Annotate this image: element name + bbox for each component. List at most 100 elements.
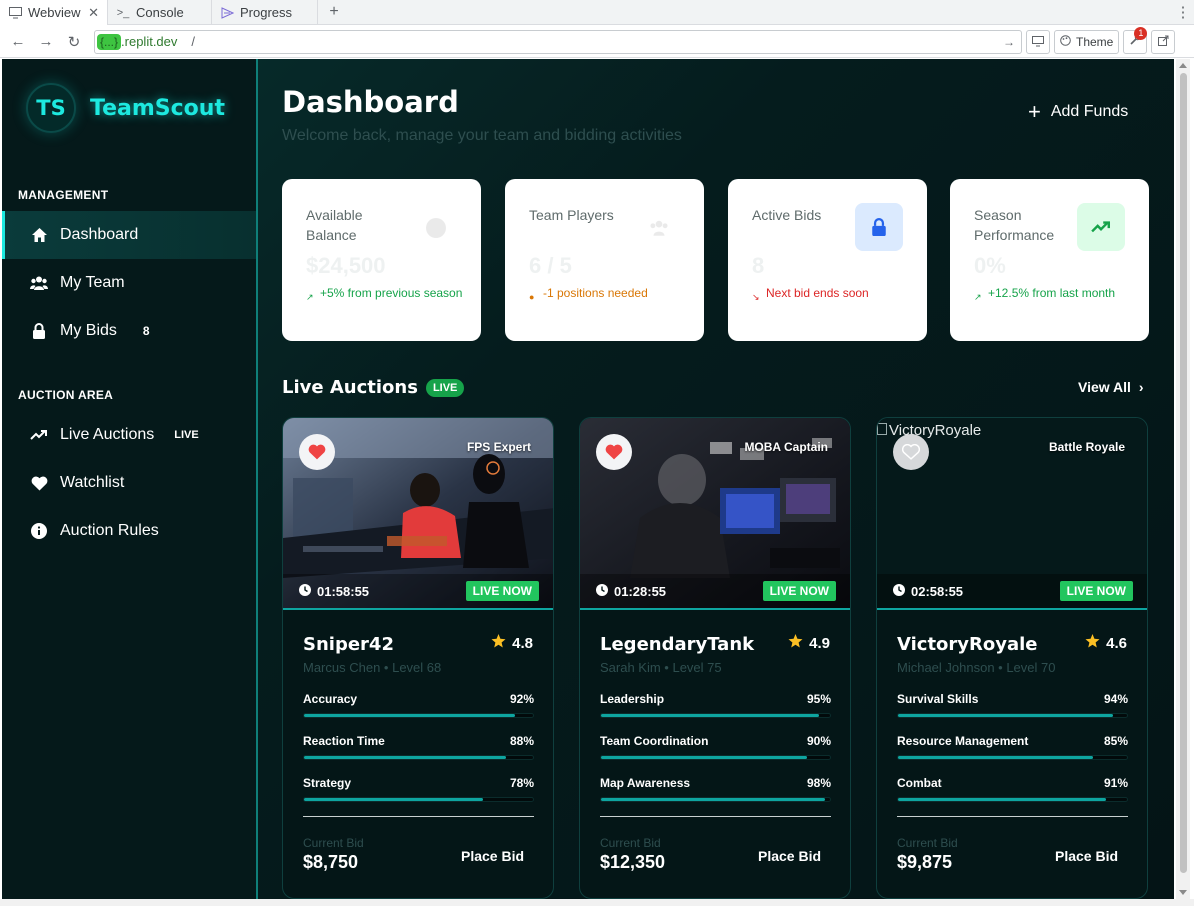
tab-console[interactable]: >_ Console [108,0,212,25]
timer-bar: 01:28:55 LIVE NOW [580,574,850,610]
theme-button[interactable]: Theme [1054,29,1120,54]
player-name: VictoryRoyale [897,634,1038,655]
monitor-icon [8,6,22,20]
sidebar-item-dashboard[interactable]: Dashboard [2,211,256,259]
skill-percent: 88% [509,734,534,748]
stat-note: ↗ +12.5% from last month [974,285,1115,305]
tools-button[interactable]: 1 [1123,26,1148,54]
skill-name: Resource Management [897,734,1029,748]
place-bid-button[interactable]: Place Bid [461,848,524,864]
player-name: Sniper42 [303,634,394,655]
add-funds-label: Add Funds [1050,103,1129,120]
page-scrollbar[interactable] [1176,59,1190,899]
go-arrow-icon[interactable]: → [1003,35,1015,49]
skill-percent: 94% [1103,692,1128,706]
stat-note-text: +12.5% from last month [988,286,1116,300]
url-input[interactable]: {...} .replit.dev / → [94,29,1022,54]
sidebar-item-label: Auction Rules [60,522,159,539]
skill-percent: 95% [806,692,831,706]
sidebar-item-my-bids[interactable]: My Bids 8 [2,307,256,355]
player-name: LegendaryTank [600,634,755,655]
stat-label: Team Players [529,207,614,223]
skill-progress-bar [600,713,831,718]
favorite-button[interactable] [299,434,335,470]
skill-row: Reaction Time 88% [303,734,534,760]
live-now-badge: LIVE NOW [1059,581,1133,601]
skill-progress-bar [600,755,831,760]
trend-down-small-icon: ↘ [752,292,760,302]
sidebar: TS TeamScout MANAGEMENT Dashboard My Tea… [2,59,258,899]
section-label-auction: AUCTION AREA [18,388,114,402]
skill-name: Strategy [303,776,352,790]
window-bottom-edge [0,899,1194,906]
logo[interactable]: TS TeamScout [26,83,225,133]
sidebar-item-live-auctions[interactable]: Live Auctions LIVE [2,411,256,459]
url-badge: {...} [97,33,122,50]
timer-text: 02:58:55 [911,583,964,599]
timer-bar: 01:58:55 LIVE NOW [283,574,553,610]
devices-button[interactable] [1026,29,1050,54]
sidebar-item-label: My Team [60,274,125,291]
external-link-icon [1157,35,1169,49]
skill-progress-fill [304,798,483,801]
star-icon [1085,634,1100,652]
role-tag: Battle Royale [1048,440,1125,454]
bid-count-badge: 8 [142,324,150,338]
stat-note: ↗ +5% from previous season [306,285,462,305]
skill-progress-fill [898,756,1093,759]
skill-name: Accuracy [303,692,358,706]
live-now-badge: LIVE NOW [762,581,836,601]
rating-value: 4.9 [809,634,830,652]
scroll-down-icon[interactable] [1179,890,1187,895]
scroll-thumb[interactable] [1180,73,1187,873]
favorite-button[interactable] [596,434,632,470]
browser-tabbar: Webview ✕ >_ Console Progress + ⋮ [0,0,1194,25]
view-all-link[interactable]: View All › [1078,379,1144,395]
scroll-up-icon[interactable] [1179,63,1187,68]
stat-note: ● -1 positions needed [529,285,648,305]
skill-row: Resource Management 85% [897,734,1128,760]
open-external-button[interactable] [1151,29,1176,54]
new-tab-button[interactable]: + [318,0,350,24]
reload-icon[interactable]: ↻ [62,30,86,54]
forward-icon[interactable]: → [34,30,58,54]
stat-value: $24,500 [306,253,386,278]
player-photo: MOBA Captain 01:28:55 LIVE NOW [580,418,850,610]
tab-webview[interactable]: Webview ✕ [0,0,108,25]
sidebar-item-watchlist[interactable]: Watchlist [2,459,256,507]
page-title: Dashboard [282,85,459,119]
stat-value: 8 [752,253,765,278]
place-bid-button[interactable]: Place Bid [758,848,821,864]
close-icon[interactable]: ✕ [88,5,99,21]
chevron-right-icon: › [1138,379,1144,395]
stat-note-text: -1 positions needed [543,286,648,300]
skill-progress-bar [600,797,831,802]
place-bid-button[interactable]: Place Bid [1055,848,1118,864]
divider [600,816,831,817]
rating-value: 4.8 [512,634,533,652]
skill-name: Map Awareness [600,776,691,790]
countdown-timer: 01:58:55 [299,583,370,599]
skill-progress-bar [303,797,534,802]
live-pill: LIVE [425,378,465,397]
favorite-button[interactable] [893,434,929,470]
main-content: Dashboard Welcome back, manage your team… [258,59,1174,899]
users-icon [648,217,670,239]
add-funds-button[interactable]: + Add Funds [1028,101,1129,123]
sidebar-item-auction-rules[interactable]: Auction Rules [2,507,256,555]
page-subtitle: Welcome back, manage your team and biddi… [282,127,682,144]
more-menu-icon[interactable]: ⋮ [1172,0,1194,24]
tab-progress[interactable]: Progress [212,0,318,25]
info-icon [30,522,48,540]
sidebar-item-my-team[interactable]: My Team [2,259,256,307]
back-icon[interactable]: ← [6,30,30,54]
notification-badge: 1 [1134,26,1148,40]
timer-text: 01:58:55 [317,583,370,599]
skill-progress-fill [898,798,1107,801]
skill-progress-fill [601,756,808,759]
skill-name: Combat [897,776,942,790]
current-bid-label: Current Bid [600,836,661,850]
skill-progress-fill [304,756,506,759]
auction-card-legendarytank: MOBA Captain 01:28:55 LIVE NOW Legendary… [579,417,851,899]
skill-percent: 91% [1103,776,1128,790]
